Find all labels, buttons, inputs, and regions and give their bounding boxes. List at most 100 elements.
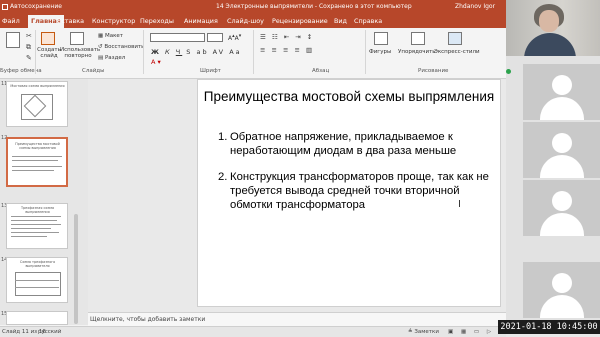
slide-thumbnail[interactable]: Трехфазная схема выпрямления	[6, 203, 68, 249]
new-slide-button[interactable]: Создать слайд	[37, 47, 61, 59]
thumbnails-scrollbar[interactable]	[74, 214, 78, 324]
participant-avatar-body	[540, 295, 584, 318]
thumbnail-line	[11, 224, 61, 225]
notes-button-label: Заметки	[414, 329, 439, 335]
video-conference-panel	[506, 0, 600, 320]
arrange-icon[interactable]	[411, 32, 425, 45]
thumbnail-line	[12, 166, 62, 167]
video-timestamp: 2021-01-18 10:45:00	[498, 320, 600, 334]
section-button[interactable]: ▤ Раздел	[98, 55, 125, 61]
reset-button[interactable]: ↺ Восстановить	[98, 44, 144, 50]
autosave-label: Автосохранение	[10, 3, 62, 10]
thumbnail-title: Мостовая схема выпрямления	[10, 84, 65, 88]
thumbnail-line	[12, 160, 58, 161]
thumbnail-line	[11, 220, 57, 221]
thumbnail-line	[15, 287, 59, 288]
notes-pane[interactable]: Щелкните, чтобы добавить заметки	[88, 312, 506, 327]
tab-slideshow[interactable]: Слайд-шоу	[227, 17, 264, 25]
notes-toggle-button[interactable]: ≜ Заметки	[408, 329, 439, 335]
slide-thumbnail[interactable]: Схема трехфазного выпрямителя	[6, 257, 68, 303]
paste-icon[interactable]	[6, 32, 20, 48]
participant-avatar-icon	[552, 191, 572, 211]
thumbnail-title: Схема трехфазного выпрямителя	[19, 260, 56, 268]
user-name[interactable]: Zhdanov Igor	[455, 3, 495, 10]
participant-avatar-body	[540, 97, 584, 120]
participant-avatar-icon	[552, 273, 572, 293]
ribbon-separator	[35, 30, 36, 74]
tab-design[interactable]: Конструктор	[92, 17, 135, 25]
slide-canvas[interactable]: Преимущества мостовой схемы выпрямления …	[197, 79, 501, 307]
thumbnail-line	[12, 170, 54, 171]
document-title: 14 Электронные выпрямители - Сохранено в…	[216, 3, 412, 10]
reuse-slides-button[interactable]: Использовать повторно	[60, 47, 100, 59]
participant-status-icon	[506, 69, 511, 74]
group-paragraph-label: Абзац	[312, 68, 330, 74]
copy-icon[interactable]: ⧉	[26, 43, 31, 52]
tab-review[interactable]: Рецензирование	[272, 17, 328, 25]
participant-video[interactable]	[523, 122, 600, 178]
format-painter-icon[interactable]: ✎	[26, 54, 32, 62]
tab-transitions[interactable]: Переходы	[140, 17, 174, 25]
presenter-face	[539, 10, 559, 32]
view-buttons[interactable]: ▣ ▦ ▭ ▷	[448, 329, 494, 335]
text-cursor-icon: I	[458, 199, 461, 210]
thumbnail-line	[11, 232, 59, 233]
participant-avatar-icon	[552, 133, 572, 153]
shapes-button[interactable]: Фигуры	[369, 49, 391, 55]
font-color-icon[interactable]: A ▾	[151, 58, 161, 66]
group-slides-label: Слайды	[82, 68, 105, 74]
thumbnail-line	[11, 236, 47, 237]
thumbnail-title: Трехфазная схема выпрямления	[20, 206, 55, 214]
ribbon-separator	[365, 30, 366, 74]
participant-avatar-body	[540, 213, 584, 236]
title-bar: Автосохранение 14 Электронные выпрямител…	[0, 0, 506, 14]
thumbnail-title: Преимущества мостовой схемы выпрямления	[15, 142, 60, 150]
align-buttons[interactable]: ≡ ≡ ≡ ≡ ▥	[260, 46, 314, 54]
group-font-label: Шрифт	[200, 68, 221, 74]
ribbon-tabs: Файл Главная Вставка Конструктор Переход…	[0, 14, 506, 28]
participant-avatar-icon	[552, 75, 572, 95]
slide-thumbnails-pane: 11 Мостовая схема выпрямления 12 Преимущ…	[0, 79, 88, 325]
participant-video[interactable]	[523, 64, 600, 120]
circuit-diagram-thumbnail	[15, 272, 61, 296]
slide-thumbnail[interactable]: Мостовая схема выпрямления	[6, 81, 68, 127]
font-family-select[interactable]	[150, 33, 205, 42]
bullet-text: Обратное напряжение, прикладываемое к не…	[230, 131, 457, 158]
bullet-number: 1.	[218, 131, 228, 143]
bullet-number: 2.	[218, 171, 228, 183]
shapes-icon[interactable]	[374, 32, 388, 45]
layout-icon: ▦	[98, 33, 105, 39]
participant-video[interactable]	[523, 262, 600, 318]
ribbon: ✂ ⧉ ✎ Буфер обмена Создать слайд Использ…	[0, 28, 506, 79]
presenter-video[interactable]	[506, 0, 600, 56]
participant-video[interactable]	[523, 180, 600, 236]
tab-insert[interactable]: Вставка	[57, 17, 84, 25]
quick-styles-button[interactable]: Экспресс-стили	[434, 49, 480, 55]
thumbnail-line	[12, 156, 62, 157]
tab-file[interactable]: Файл	[2, 17, 20, 25]
section-label: Раздел	[104, 55, 126, 61]
slide-thumbnail-selected[interactable]: Преимущества мостовой схемы выпрямления	[6, 137, 68, 187]
font-style-buttons[interactable]: Ж К Ч S ab AV Aa	[151, 48, 242, 56]
font-size-select[interactable]	[207, 33, 223, 42]
thumbnail-line	[11, 228, 51, 229]
new-slide-icon[interactable]	[41, 32, 55, 45]
reuse-slides-icon[interactable]	[70, 32, 84, 45]
slide-thumbnail[interactable]	[6, 311, 68, 325]
font-size-grow-icon[interactable]: A▴A▾	[228, 33, 241, 42]
thumbnail-line	[11, 216, 61, 217]
tab-view[interactable]: Вид	[334, 17, 347, 25]
list-buttons[interactable]: ☰ ☷ ⇤ ⇥ ↕	[260, 33, 314, 41]
layout-button[interactable]: ▦ Макет	[98, 33, 123, 39]
autosave-icon	[2, 3, 8, 10]
cut-icon[interactable]: ✂	[26, 32, 32, 40]
quick-styles-icon[interactable]	[448, 32, 462, 45]
reset-label: Восстановить	[104, 44, 145, 50]
slide-title[interactable]: Преимущества мостовой схемы выпрямления	[198, 88, 500, 105]
tab-animation[interactable]: Анимация	[184, 17, 218, 25]
arrange-button[interactable]: Упорядочить	[398, 49, 436, 55]
autosave-toggle[interactable]: Автосохранение	[2, 3, 62, 10]
tab-help[interactable]: Справка	[354, 17, 382, 25]
language-indicator[interactable]: русский	[38, 329, 61, 335]
powerpoint-window: Автосохранение 14 Электронные выпрямител…	[0, 0, 506, 337]
